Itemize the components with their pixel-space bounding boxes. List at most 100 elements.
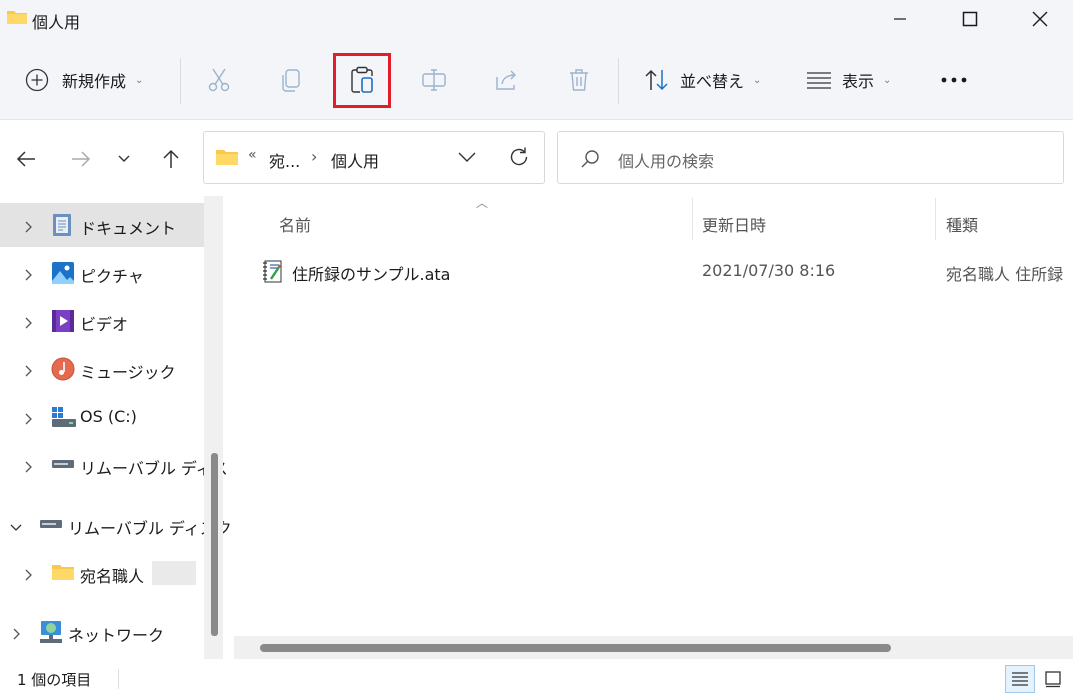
sidebar-item-videos[interactable]: ビデオ bbox=[0, 299, 204, 343]
view-label: 表示 bbox=[842, 72, 875, 91]
column-divider[interactable] bbox=[692, 198, 693, 240]
up-button[interactable] bbox=[153, 144, 189, 174]
chevron-right-icon[interactable] bbox=[22, 219, 34, 233]
sidebar-item-network[interactable]: ネットワーク bbox=[0, 610, 204, 654]
sidebar-item-label: ミュージック bbox=[80, 363, 176, 382]
videos-icon bbox=[51, 309, 75, 333]
refresh-icon[interactable] bbox=[508, 146, 530, 168]
breadcrumb-item[interactable]: 個人用 bbox=[331, 148, 379, 172]
divider bbox=[180, 58, 181, 104]
sidebar-item-removable-disk-expanded[interactable]: リムーバブル ディスク bbox=[0, 503, 232, 547]
minimize-button[interactable] bbox=[865, 0, 935, 38]
sidebar-item-removable-disk[interactable]: リムーバブル ディス bbox=[0, 443, 228, 487]
details-view-button[interactable] bbox=[1005, 665, 1035, 693]
table-row[interactable]: 住所録のサンプル.ata 2021/07/30 8:16 宛名職人 住所録 bbox=[232, 248, 1073, 292]
view-list-icon bbox=[807, 72, 831, 89]
address-bar[interactable]: « 宛... › 個人用 bbox=[203, 131, 545, 184]
window-title: 個人用 bbox=[32, 13, 81, 32]
arrow-left-icon bbox=[16, 151, 35, 167]
sidebar-item-atena-shokunin[interactable]: 宛名職人 bbox=[0, 551, 204, 595]
search-box[interactable]: 個人用の検索 bbox=[557, 131, 1064, 184]
trash-icon bbox=[570, 69, 588, 91]
share-button[interactable] bbox=[494, 54, 520, 106]
new-button[interactable]: 新規作成 ⌄ bbox=[25, 54, 143, 106]
horizontal-scrollbar-thumb[interactable] bbox=[260, 644, 891, 652]
forward-button[interactable] bbox=[63, 144, 99, 174]
sort-ascending-icon: ︿ bbox=[476, 196, 489, 210]
chevron-down-icon: ⌄ bbox=[135, 74, 144, 86]
sidebar-item-label: 宛名職人 bbox=[80, 567, 145, 586]
sidebar-scrollbar-thumb[interactable] bbox=[211, 453, 218, 636]
maximize-icon bbox=[962, 11, 978, 27]
arrow-up-icon bbox=[163, 149, 179, 168]
sidebar-item-label: ビデオ bbox=[80, 315, 129, 334]
chevron-right-icon[interactable] bbox=[22, 459, 34, 473]
folder-icon bbox=[216, 150, 238, 165]
chevron-down-icon bbox=[118, 155, 130, 162]
blurred-text bbox=[152, 561, 196, 585]
divider bbox=[118, 669, 119, 689]
maximize-button[interactable] bbox=[935, 0, 1005, 38]
share-icon bbox=[496, 70, 516, 90]
status-bar: 1 個の項目 bbox=[0, 659, 1073, 695]
chevron-down-icon[interactable] bbox=[458, 152, 476, 163]
breadcrumb-overflow[interactable]: « bbox=[248, 147, 257, 163]
sidebar-item-label: OS (C:) bbox=[80, 407, 137, 426]
close-icon bbox=[1032, 11, 1048, 27]
minimize-icon bbox=[894, 18, 906, 20]
chevron-right-icon[interactable] bbox=[22, 567, 34, 581]
search-input[interactable]: 個人用の検索 bbox=[618, 148, 714, 172]
view-button[interactable]: 表示 ⌄ bbox=[806, 54, 891, 106]
sort-label: 並べ替え bbox=[680, 72, 745, 91]
rename-button[interactable] bbox=[421, 54, 447, 106]
cut-icon bbox=[208, 68, 230, 92]
removable-disk-icon bbox=[51, 457, 75, 481]
column-header-name[interactable]: 名前 bbox=[279, 212, 311, 236]
column-header-type[interactable]: 種類 bbox=[946, 212, 978, 236]
address-book-file-icon bbox=[263, 260, 282, 283]
folder-icon bbox=[7, 11, 27, 24]
add-circle-icon bbox=[25, 68, 49, 92]
copy-icon bbox=[282, 69, 300, 92]
delete-button[interactable] bbox=[566, 54, 592, 106]
breadcrumb-separator-icon: › bbox=[311, 147, 318, 166]
chevron-right-icon[interactable] bbox=[22, 267, 34, 281]
more-options-button[interactable] bbox=[940, 54, 968, 106]
file-type: 宛名職人 住所録 bbox=[946, 265, 1064, 284]
cut-button[interactable] bbox=[206, 54, 232, 106]
column-divider[interactable] bbox=[935, 198, 936, 240]
chevron-down-icon: ⌄ bbox=[883, 74, 892, 86]
sidebar-item-label: ピクチャ bbox=[80, 267, 144, 286]
file-list: ︿ 名前 更新日時 種類 住所録のサンプル.ata 2021/07/30 8:1… bbox=[232, 196, 1073, 659]
sidebar-item-os-c[interactable]: OS (C:) bbox=[0, 395, 204, 439]
back-button[interactable] bbox=[8, 144, 44, 174]
file-name: 住所録のサンプル.ata bbox=[292, 265, 451, 284]
search-icon bbox=[581, 150, 599, 168]
documents-icon bbox=[51, 213, 75, 237]
recent-locations-button[interactable] bbox=[106, 144, 142, 174]
sidebar-item-label: ネットワーク bbox=[68, 626, 165, 645]
arrow-right-icon bbox=[72, 151, 91, 167]
large-icons-view-icon bbox=[1045, 671, 1061, 688]
file-date: 2021/07/30 8:16 bbox=[702, 261, 836, 280]
copy-button[interactable] bbox=[279, 54, 305, 106]
pictures-icon bbox=[51, 261, 75, 285]
sort-icon bbox=[645, 69, 668, 91]
breadcrumb-item[interactable]: 宛... bbox=[269, 148, 300, 172]
sidebar-item-documents[interactable]: ドキュメント bbox=[0, 203, 204, 247]
chevron-right-icon[interactable] bbox=[22, 315, 34, 329]
rename-icon bbox=[422, 69, 446, 91]
column-header-date[interactable]: 更新日時 bbox=[702, 212, 766, 236]
chevron-right-icon[interactable] bbox=[22, 411, 34, 425]
sidebar-item-music[interactable]: ミュージック bbox=[0, 347, 204, 391]
chevron-down-icon[interactable] bbox=[10, 519, 22, 531]
sidebar-item-pictures[interactable]: ピクチャ bbox=[0, 251, 204, 295]
chevron-right-icon[interactable] bbox=[10, 626, 22, 640]
close-button[interactable] bbox=[1005, 0, 1073, 38]
sort-button[interactable]: 並べ替え ⌄ bbox=[644, 54, 761, 106]
chevron-down-icon: ⌄ bbox=[753, 74, 762, 86]
chevron-right-icon[interactable] bbox=[22, 363, 34, 377]
command-bar: 新規作成 ⌄ 並べ替え ⌄ 表示 ⌄ bbox=[0, 38, 1073, 120]
large-icons-view-button[interactable] bbox=[1038, 665, 1068, 693]
network-icon bbox=[38, 619, 62, 643]
